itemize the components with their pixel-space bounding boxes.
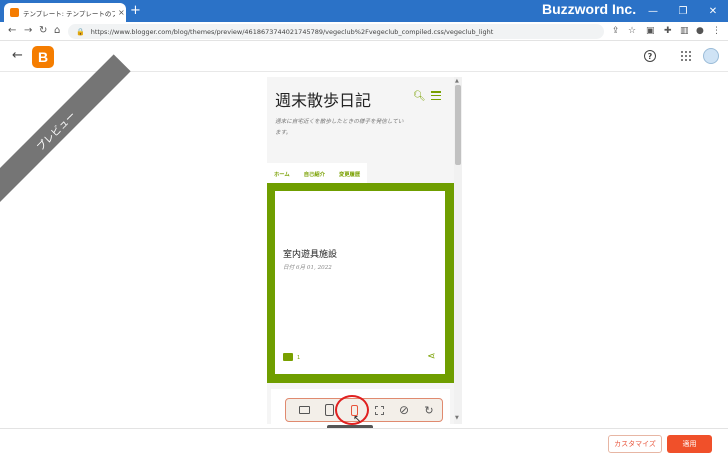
close-window-button[interactable]: ✕ xyxy=(698,0,728,22)
forward-arrow-icon[interactable]: → xyxy=(24,24,32,38)
footer-bar: カスタマイズ 適用 xyxy=(0,428,728,460)
maximize-button[interactable]: ❐ xyxy=(668,0,698,22)
home-icon[interactable]: ⌂ xyxy=(54,24,60,38)
refresh-icon[interactable]: ↻ xyxy=(417,399,441,421)
comment-icon[interactable] xyxy=(283,353,293,361)
rotate-icon[interactable]: ⊘ xyxy=(392,399,416,421)
blog-nav: ホーム 自己紹介 変更履歴 xyxy=(267,163,368,183)
preview-ribbon-label: プレビュー xyxy=(34,109,78,153)
arrow-left-icon[interactable]: ← xyxy=(12,48,23,63)
url-field[interactable]: 🔒 https://www.blogger.com/blog/themes/pr… xyxy=(68,24,604,39)
hamburger-menu-icon[interactable] xyxy=(431,91,441,102)
star-icon[interactable]: ☆ xyxy=(628,25,636,37)
featured-post-card[interactable]: 室内遊具施設 日付 6月 01, 2022 1 ⋖ xyxy=(275,191,445,374)
profile-icon[interactable]: ● xyxy=(696,25,704,37)
more-icon[interactable]: ⋮ xyxy=(712,25,721,37)
blogger-favicon-icon xyxy=(10,8,19,17)
nav-item-home[interactable]: ホーム xyxy=(267,163,297,183)
extension-icon[interactable]: ▣ xyxy=(646,25,655,37)
avatar[interactable] xyxy=(703,48,719,64)
share-icon[interactable]: ⋖ xyxy=(427,351,435,362)
mouse-cursor-icon: ↖ xyxy=(353,414,362,425)
apply-button[interactable]: 適用 xyxy=(667,435,712,453)
preview-ribbon: プレビュー xyxy=(0,54,131,206)
apps-grid-icon[interactable] xyxy=(681,51,691,61)
browser-titlebar: テンプレート: テンプレートのプレビュー × + Buzzword Inc. —… xyxy=(0,0,728,22)
nav-item-changelog[interactable]: 変更履歴 xyxy=(331,163,368,183)
blog-title[interactable]: 週末散歩日記 xyxy=(275,87,371,111)
blog-description: 週末に自宅近くを散歩したときの様子を発信しています。 xyxy=(275,119,404,136)
preview-scrollbar[interactable]: ▲ ▼ xyxy=(454,77,462,424)
window-controls: — ❐ ✕ xyxy=(638,0,728,22)
scroll-down-arrow-icon[interactable]: ▼ xyxy=(455,415,459,421)
nav-item-about[interactable]: 自己紹介 xyxy=(296,163,332,183)
share-icon[interactable]: ⇪ xyxy=(612,25,620,37)
smartphone-preview[interactable]: 週末散歩日記 🔍︎ 週末に自宅近くを散歩したときの様子を発信しています。 ホーム… xyxy=(267,77,454,424)
reload-icon[interactable]: ↻ xyxy=(39,24,47,38)
new-tab-button[interactable]: + xyxy=(130,3,141,19)
scroll-thumb[interactable] xyxy=(455,85,461,165)
scroll-up-arrow-icon[interactable]: ▲ xyxy=(455,78,459,84)
fullscreen-icon[interactable] xyxy=(367,399,391,421)
url-text: https://www.blogger.com/blog/themes/prev… xyxy=(90,27,494,36)
tab-close-icon[interactable]: × xyxy=(118,8,125,17)
browser-address-bar: ← → ↻ ⌂ 🔒 https://www.blogger.com/blog/t… xyxy=(0,22,728,41)
back-arrow-icon[interactable]: ← xyxy=(8,24,16,38)
browser-tab[interactable]: テンプレート: テンプレートのプレビュー × xyxy=(4,3,126,22)
help-icon[interactable]: ? xyxy=(644,50,656,62)
post-title[interactable]: 室内遊具施設 xyxy=(283,247,337,260)
sidebar-icon[interactable]: ▥ xyxy=(680,25,689,37)
puzzle-icon[interactable]: ✚ xyxy=(664,25,672,37)
customize-button[interactable]: カスタマイズ xyxy=(608,435,662,453)
blogger-logo[interactable]: B xyxy=(32,46,54,68)
highlight-circle xyxy=(335,395,369,425)
brand-watermark: Buzzword Inc. xyxy=(542,1,637,17)
minimize-button[interactable]: — xyxy=(638,0,668,22)
post-date: 日付 6月 01, 2022 xyxy=(283,265,332,271)
tab-title: テンプレート: テンプレートのプレビュー xyxy=(23,9,115,18)
comment-count: 1 xyxy=(297,355,301,361)
desktop-icon[interactable] xyxy=(292,399,316,421)
lock-icon: 🔒 xyxy=(76,27,85,36)
search-icon[interactable]: 🔍︎ xyxy=(413,91,426,102)
